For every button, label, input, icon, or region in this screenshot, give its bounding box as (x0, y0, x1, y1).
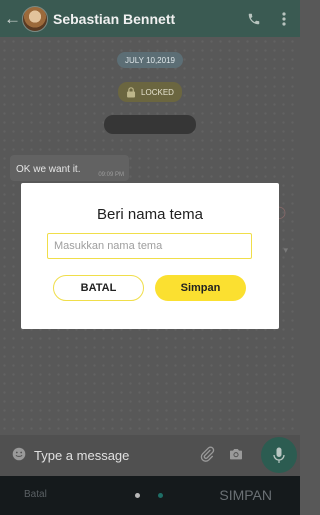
pager-dot-1 (135, 493, 140, 498)
attachment-icon[interactable] (199, 446, 215, 467)
emoji-icon[interactable] (12, 447, 26, 466)
contact-name[interactable]: Sebastian Bennett (53, 11, 175, 27)
message-input[interactable] (34, 445, 184, 465)
bottom-cancel-button[interactable]: Batal (24, 489, 47, 500)
save-button[interactable]: Simpan (155, 275, 246, 301)
name-theme-dialog: Beri nama tema BATAL Simpan (21, 183, 279, 329)
lock-icon (127, 86, 136, 97)
composer-bar (0, 435, 300, 476)
locked-label: LOCKED (141, 87, 174, 97)
more-options-icon[interactable] (281, 0, 287, 37)
date-chip: JULY 10,2019 (117, 52, 183, 68)
microphone-icon (273, 447, 285, 463)
phone-icon[interactable] (247, 0, 261, 37)
contact-avatar[interactable] (22, 5, 48, 32)
date-label: JULY 10,2019 (125, 55, 175, 65)
dialog-title: Beri nama tema (97, 206, 203, 223)
pager-dot-2 (158, 493, 163, 498)
message-bubble[interactable]: OK we want it. 09:09 PM (10, 155, 129, 181)
chevron-down-icon[interactable]: ▾ (283, 245, 288, 256)
chat-header: ← Sebastian Bennett (0, 0, 300, 37)
system-message-chip (104, 115, 196, 134)
message-text: OK we want it. (16, 164, 81, 175)
message-time: 09:09 PM (98, 172, 124, 178)
onboarding-bar: Batal SIMPAN (0, 476, 300, 515)
back-arrow-icon[interactable]: ← (4, 0, 21, 37)
theme-name-input[interactable] (47, 233, 252, 259)
locked-chip: LOCKED (118, 82, 182, 102)
bottom-save-button[interactable]: SIMPAN (219, 487, 272, 503)
camera-icon[interactable] (228, 446, 244, 467)
cancel-button[interactable]: BATAL (53, 275, 144, 301)
microphone-button[interactable] (261, 437, 297, 473)
